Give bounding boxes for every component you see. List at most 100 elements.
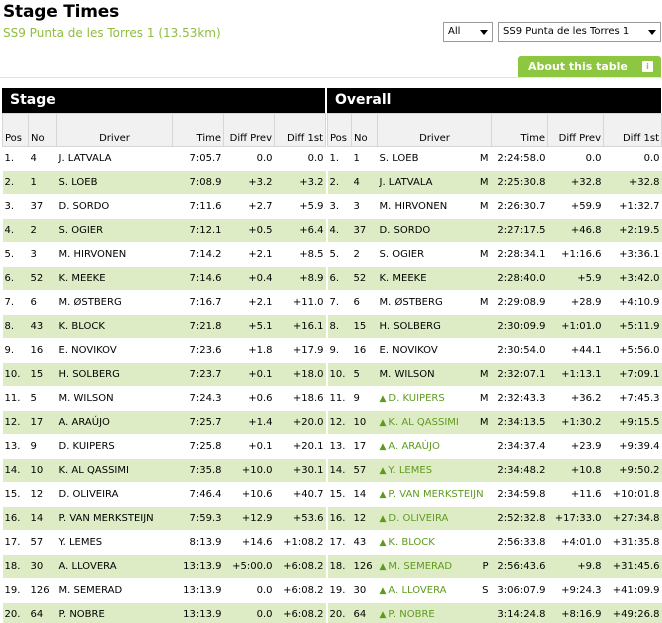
driver-name: D. KUIPERS — [388, 393, 445, 404]
pos-cell: 20. — [2, 602, 29, 623]
time-cell: 2:34:48.2 — [491, 458, 548, 483]
time-cell: 8:13.9 — [172, 530, 224, 555]
driver-name: M. SEMERAD — [388, 561, 453, 572]
car-number-cell: 4 — [351, 170, 378, 195]
table-row: 19. 126 M. SEMERAD 13:13.9 0.0 +6:08.2 — [2, 578, 326, 603]
diff-1st-cell: +49:26.8 — [603, 602, 662, 623]
table-row: 8. 43 K. BLOCK 7:21.8 +5.1 +16.1 — [2, 314, 326, 339]
car-number-cell: 43 — [28, 314, 57, 339]
time-cell: 7:25.7 — [172, 410, 224, 435]
table-row: 2. 1 S. LOEB 7:08.9 +3.2 +3.2 — [2, 170, 326, 195]
time-cell: 7:25.8 — [172, 434, 224, 459]
stage-select-value: SS9 Punta de les Torres 1 — [503, 26, 630, 37]
pos-cell: 19. — [327, 578, 352, 603]
car-number-cell: 64 — [28, 602, 57, 623]
pos-cell: 4. — [2, 218, 29, 243]
pos-cell: 11. — [327, 386, 352, 411]
driver-name: D. SORDO — [379, 225, 431, 236]
col-header-diff-prev[interactable]: Diff Prev — [547, 113, 604, 147]
driver-cell: A. LLOVERA — [56, 554, 173, 579]
col-header-diff-1st[interactable]: Diff 1st — [274, 113, 326, 147]
pos-cell: 18. — [2, 554, 29, 579]
col-header-diff-1st[interactable]: Diff 1st — [603, 113, 662, 147]
time-cell: 2:34:37.4 — [491, 434, 548, 459]
up-arrow-icon: ▲ — [379, 610, 387, 620]
col-header-driver[interactable]: Driver — [377, 113, 492, 147]
col-header-driver[interactable]: Driver — [56, 113, 173, 147]
diff-1st-cell: +2:19.5 — [603, 218, 662, 243]
pos-cell: 20. — [327, 602, 352, 623]
driver-cell: ▲ P. NOBRE — [377, 602, 492, 623]
col-header-pos[interactable]: Pos — [327, 113, 352, 147]
about-this-table-button[interactable]: About this table i — [518, 56, 661, 77]
pos-cell: 2. — [2, 170, 29, 195]
stage-results-table: Pos No Driver Time Diff Prev Diff 1st 1.… — [2, 113, 326, 623]
driver-cell: M. SEMERAD — [56, 578, 173, 603]
driver-name: Y. LEMES — [388, 465, 433, 476]
diff-1st-cell: +16.1 — [274, 314, 326, 339]
car-number-cell: 3 — [28, 242, 57, 267]
class-badge: S — [482, 585, 489, 596]
driver-cell: K. BLOCK — [56, 314, 173, 339]
pos-cell: 5. — [327, 242, 352, 267]
car-number-cell: 15 — [28, 362, 57, 387]
col-header-pos[interactable]: Pos — [2, 113, 29, 147]
col-header-time[interactable]: Time — [491, 113, 548, 147]
table-row: 13. 17 ▲ A. ARAÚJO 2:34:37.4 +23.9 +9:39.4 — [327, 434, 662, 459]
col-header-diff-prev[interactable]: Diff Prev — [223, 113, 275, 147]
pos-cell: 6. — [327, 266, 352, 291]
col-header-no[interactable]: No — [28, 113, 57, 147]
driver-cell: S. OGIER M — [377, 242, 492, 267]
driver-name: P. NOBRE — [388, 609, 435, 620]
driver-cell: K. MEEKE — [56, 266, 173, 291]
diff-1st-cell: +7:45.3 — [603, 386, 662, 411]
stage-select[interactable]: SS9 Punta de les Torres 1 — [498, 22, 661, 42]
diff-1st-cell: +27:34.8 — [603, 506, 662, 531]
class-badge: M — [479, 177, 489, 188]
time-cell: 7:14.2 — [172, 242, 224, 267]
diff-prev-cell: +14.6 — [223, 530, 275, 555]
driver-cell: E. NOVIKOV — [56, 338, 173, 363]
table-row: 13. 9 D. KUIPERS 7:25.8 +0.1 +20.1 — [2, 434, 326, 459]
time-cell: 2:28:34.1 — [491, 242, 548, 267]
diff-prev-cell: +1:13.1 — [547, 362, 604, 387]
time-cell: 2:26:30.7 — [491, 194, 548, 219]
driver-cell: ▲ A. ARAÚJO — [377, 434, 492, 459]
up-arrow-icon: ▲ — [379, 514, 387, 524]
diff-prev-cell: 0.0 — [223, 578, 275, 603]
pos-cell: 7. — [2, 290, 29, 315]
driver-name: K. MEEKE — [379, 273, 427, 284]
diff-prev-cell: +5.1 — [223, 314, 275, 339]
table-row: 6. 52 K. MEEKE 7:14.6 +0.4 +8.9 — [2, 266, 326, 291]
driver-cell: Y. LEMES — [56, 530, 173, 555]
diff-1st-cell: +3:36.1 — [603, 242, 662, 267]
driver-cell: D. SORDO — [56, 194, 173, 219]
diff-prev-cell: +23.9 — [547, 434, 604, 459]
driver-name: A. ARAÚJO — [388, 441, 440, 452]
pos-cell: 6. — [2, 266, 29, 291]
diff-1st-cell: +8.9 — [274, 266, 326, 291]
diff-1st-cell: +4:10.9 — [603, 290, 662, 315]
pos-cell: 11. — [2, 386, 29, 411]
pos-cell: 16. — [327, 506, 352, 531]
car-number-cell: 9 — [28, 434, 57, 459]
car-number-cell: 9 — [351, 386, 378, 411]
pos-cell: 10. — [2, 362, 29, 387]
overall-section-heading: Overall — [327, 88, 661, 113]
pos-cell: 16. — [2, 506, 29, 531]
time-cell: 13:13.9 — [172, 554, 224, 579]
diff-prev-cell: +12.9 — [223, 506, 275, 531]
table-row: 14. 57 ▲ Y. LEMES 2:34:48.2 +10.8 +9:50.2 — [327, 458, 662, 483]
diff-1st-cell: +40.7 — [274, 482, 326, 507]
col-header-no[interactable]: No — [351, 113, 378, 147]
car-number-cell: 6 — [351, 290, 378, 315]
diff-prev-cell: +4:01.0 — [547, 530, 604, 555]
time-cell: 2:52:32.8 — [491, 506, 548, 531]
table-row: 3. 3 M. HIRVONEN M 2:26:30.7 +59.9 +1:32.7 — [327, 194, 662, 219]
diff-1st-cell: +5:56.0 — [603, 338, 662, 363]
time-cell: 2:24:58.0 — [491, 146, 548, 171]
diff-1st-cell: +9:50.2 — [603, 458, 662, 483]
filter-select[interactable]: All — [443, 22, 493, 42]
diff-prev-cell: +3.2 — [223, 170, 275, 195]
col-header-time[interactable]: Time — [172, 113, 224, 147]
